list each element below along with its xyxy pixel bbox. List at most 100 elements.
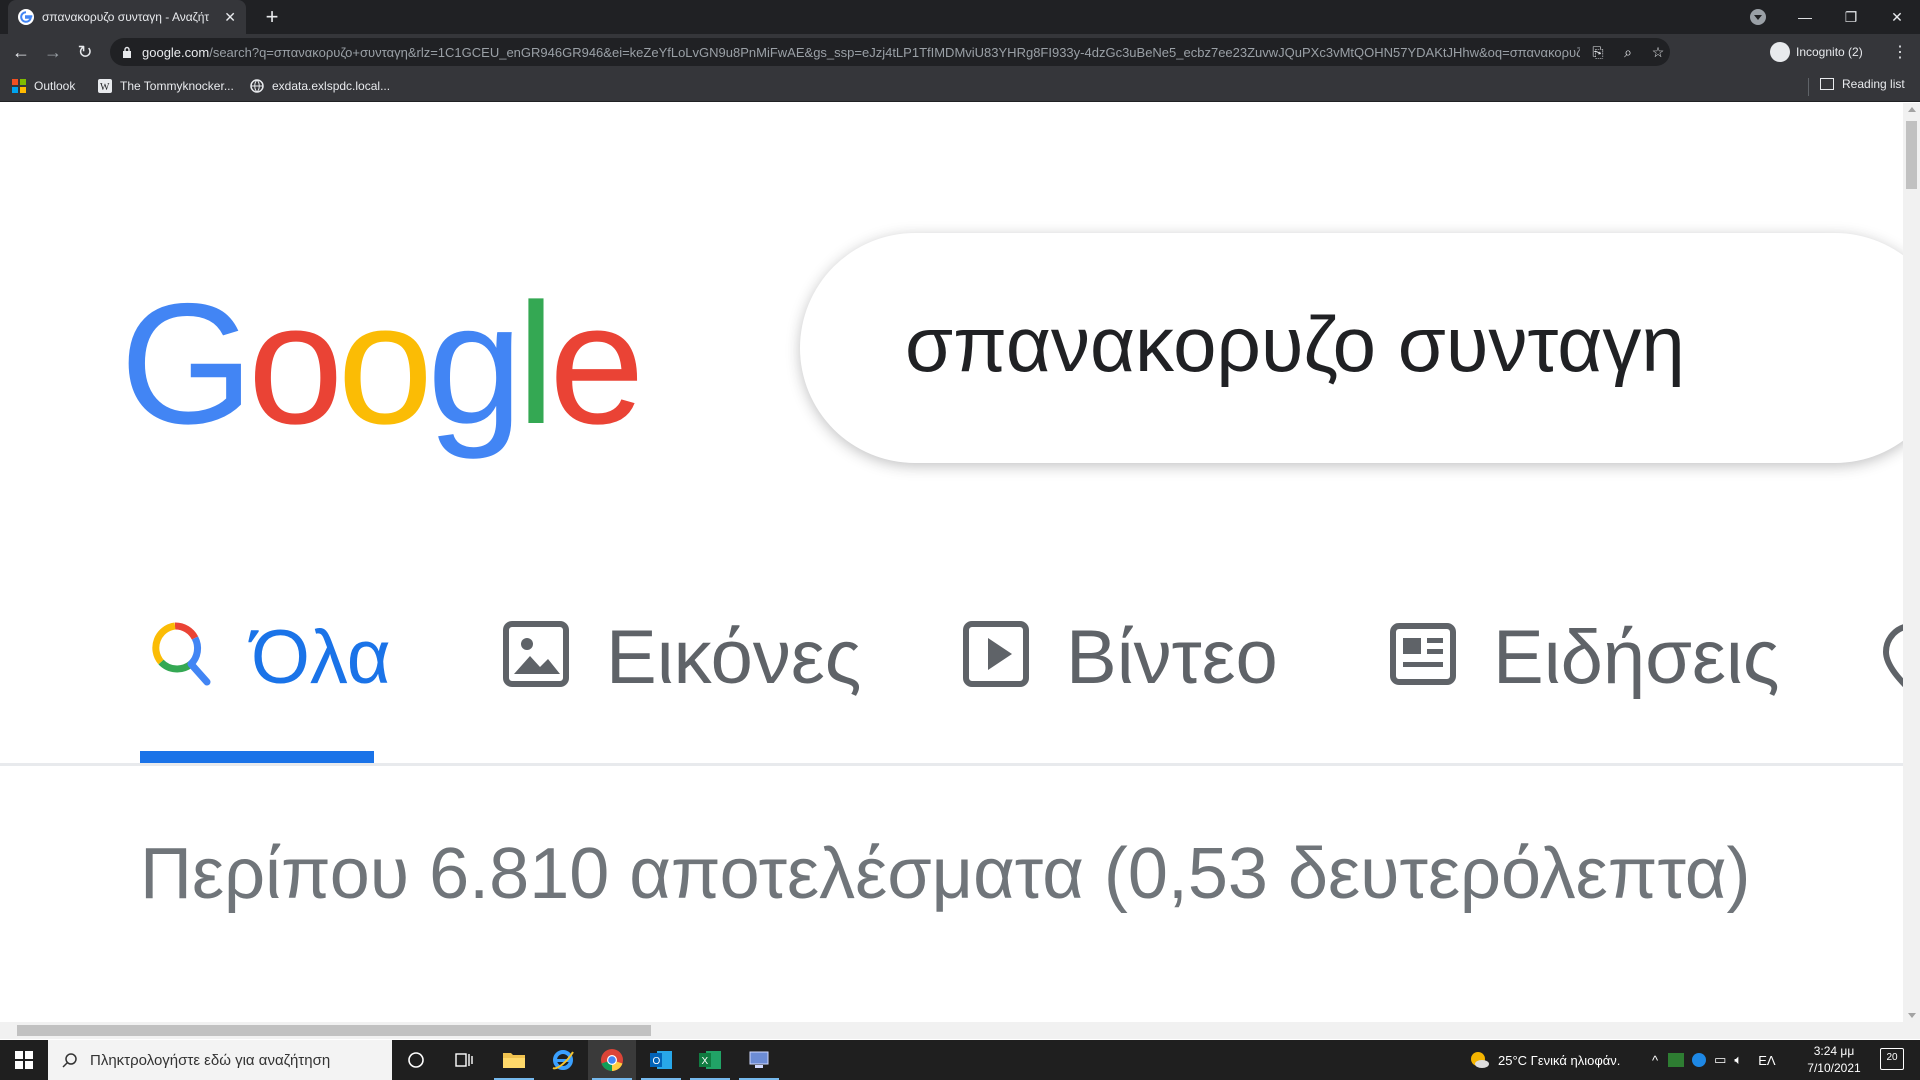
bookmarks-bar: Outlook W The Tommyknocker... exdata.exl…	[0, 70, 1920, 102]
bookmark-tommyknocker[interactable]: W The Tommyknocker...	[98, 77, 234, 95]
address-bar[interactable]: google.com/search?q=σπανακορυζο+συνταγη&…	[110, 38, 1670, 66]
browser-menu-icon[interactable]: ⋮	[1892, 42, 1908, 62]
vertical-scroll-thumb[interactable]	[1906, 121, 1917, 189]
svg-text:X: X	[702, 1056, 709, 1067]
globe-icon	[250, 79, 264, 93]
reading-list-button[interactable]: Reading list	[1820, 77, 1905, 91]
scroll-down-arrow-icon[interactable]	[1908, 1013, 1916, 1018]
remote-desktop-icon[interactable]	[735, 1040, 783, 1080]
bookmark-label: The Tommyknocker...	[120, 79, 234, 93]
tab-news-label: Ειδήσεις	[1493, 615, 1780, 700]
taskbar-search-placeholder: Πληκτρολογήστε εδώ για αναζήτηση	[90, 1051, 331, 1069]
logo-letter: o	[247, 268, 344, 460]
clock-date: 7/10/2021	[1807, 1061, 1861, 1075]
vertical-scrollbar[interactable]	[1903, 103, 1920, 1022]
tab-all-label: Όλα	[251, 615, 391, 700]
search-multicolor-icon	[152, 622, 211, 686]
outlook-icon[interactable]: O	[637, 1040, 685, 1080]
windows-grid-icon	[12, 79, 26, 93]
logo-letter: g	[427, 268, 523, 460]
search-input[interactable]: σπανακορυζο συνταγη	[905, 299, 1685, 390]
system-tray: ^ ▭ 🔈︎ ΕΛ	[1652, 1040, 1776, 1080]
browser-toolbar: ← → ↻ google.com/search?q=σπανακορυζο+συ…	[0, 34, 1920, 70]
news-icon	[1390, 623, 1456, 685]
bookmark-label: exdata.exlspdc.local...	[272, 79, 391, 93]
excel-icon[interactable]: X	[686, 1040, 734, 1080]
logo-letter: o	[337, 268, 433, 460]
start-button[interactable]	[0, 1040, 48, 1080]
horizontal-scrollbar[interactable]	[0, 1022, 1920, 1039]
minimize-button[interactable]: —	[1782, 0, 1828, 34]
vpn-icon[interactable]	[1668, 1053, 1685, 1067]
sun-cloud-icon	[1471, 1052, 1489, 1068]
image-icon	[503, 621, 569, 687]
reload-icon[interactable]: ↻	[73, 40, 97, 64]
windows-logo-icon	[15, 1051, 33, 1069]
taskbar-search[interactable]: Πληκτρολογήστε εδώ για αναζήτηση	[48, 1040, 392, 1080]
weather-text: 25°C Γενικά ηλιοφάν.	[1498, 1052, 1621, 1068]
browser-tab-strip: σπανακορυζο συνταγη - Αναζήτ ✕ + — ❐ ✕	[0, 0, 1920, 34]
file-explorer-icon[interactable]	[490, 1040, 538, 1080]
tray-app-icon[interactable]	[1692, 1053, 1707, 1067]
incognito-label: Incognito (2)	[1796, 45, 1863, 59]
weather-widget[interactable]: 25°C Γενικά ηλιοφάν.	[1468, 1040, 1620, 1080]
tab-all[interactable]: Όλα	[145, 598, 391, 740]
address-url: google.com/search?q=σπανακορυζο+συνταγη&…	[142, 44, 1580, 60]
clock[interactable]: 3:24 μμ 7/10/2021	[1798, 1043, 1870, 1077]
close-tab-icon[interactable]: ✕	[224, 9, 236, 26]
tab-images-label: Εικόνες	[606, 615, 862, 700]
new-tab-button[interactable]: +	[258, 4, 286, 30]
google-logo[interactable]: Google	[120, 278, 645, 450]
wikipedia-icon: W	[98, 79, 112, 93]
tab-title: σπανακορυζο συνταγη - Αναζήτ	[42, 10, 210, 24]
tab-search-dropdown-icon[interactable]	[1750, 9, 1766, 25]
scroll-up-arrow-icon[interactable]	[1908, 107, 1916, 112]
tab-videos-label: Βίντεο	[1066, 615, 1278, 700]
bookmark-exdata[interactable]: exdata.exlspdc.local...	[250, 77, 390, 95]
logo-letter: G	[120, 268, 254, 460]
horizontal-scroll-thumb[interactable]	[17, 1025, 651, 1036]
svg-text:W: W	[100, 82, 110, 93]
search-icon	[62, 1053, 77, 1068]
search-tabs: Όλα Εικόνες Βίντεο Ειδήσεις	[0, 598, 1903, 740]
logo-letter: l	[516, 268, 555, 460]
windows-taskbar: Πληκτρολογήστε εδώ για αναζήτηση O X 25°…	[0, 1040, 1920, 1080]
svg-text:O: O	[653, 1056, 661, 1067]
volume-icon[interactable]: 🔈︎	[1734, 1052, 1742, 1068]
video-play-icon	[963, 621, 1029, 687]
tabs-divider	[0, 763, 1903, 766]
network-icon[interactable]: ▭	[1714, 1052, 1726, 1068]
incognito-profile-button[interactable]: Incognito (2)	[1770, 41, 1863, 63]
notification-center-icon[interactable]: 20	[1880, 1048, 1904, 1070]
chrome-icon[interactable]	[588, 1040, 636, 1080]
browser-tab[interactable]: σπανακορυζο συνταγη - Αναζήτ ✕	[8, 0, 246, 34]
forward-arrow-icon[interactable]: →	[41, 40, 65, 64]
result-stats: Περίπου 6.810 αποτελέσματα (0,53 δευτερό…	[140, 834, 1751, 914]
bookmark-outlook[interactable]: Outlook	[12, 77, 75, 95]
reading-list-label: Reading list	[1842, 77, 1905, 91]
lock-icon	[123, 46, 131, 58]
internet-explorer-icon[interactable]	[539, 1040, 587, 1080]
google-favicon-icon	[18, 9, 34, 25]
logo-letter: e	[549, 268, 645, 460]
bookmarks-separator	[1808, 78, 1809, 96]
tab-news[interactable]: Ειδήσεις	[1387, 598, 1779, 740]
cortana-icon[interactable]	[392, 1040, 440, 1080]
bookmark-label: Outlook	[34, 79, 76, 93]
clock-time: 3:24 μμ	[1813, 1044, 1855, 1058]
maps-pin-icon[interactable]	[1880, 620, 1903, 692]
bookmark-star-icon[interactable]: ☆	[1646, 40, 1670, 64]
tab-images[interactable]: Εικόνες	[500, 598, 861, 740]
tab-videos[interactable]: Βίντεο	[960, 598, 1278, 740]
show-hidden-icons-chevron-icon[interactable]: ^	[1652, 1053, 1658, 1068]
incognito-icon	[1770, 42, 1790, 62]
back-arrow-icon[interactable]: ←	[9, 40, 33, 64]
reading-list-icon	[1820, 78, 1834, 90]
translate-icon[interactable]: ⎘	[1586, 40, 1610, 64]
restore-button[interactable]: ❐	[1828, 0, 1874, 34]
task-view-icon[interactable]	[440, 1040, 488, 1080]
search-results-page: Google σπανακορυζο συνταγη Όλα Εικόνες Β…	[0, 103, 1903, 1022]
zoom-icon[interactable]: ⌕	[1616, 40, 1640, 64]
close-window-button[interactable]: ✕	[1874, 0, 1920, 34]
language-indicator[interactable]: ΕΛ	[1758, 1053, 1775, 1068]
